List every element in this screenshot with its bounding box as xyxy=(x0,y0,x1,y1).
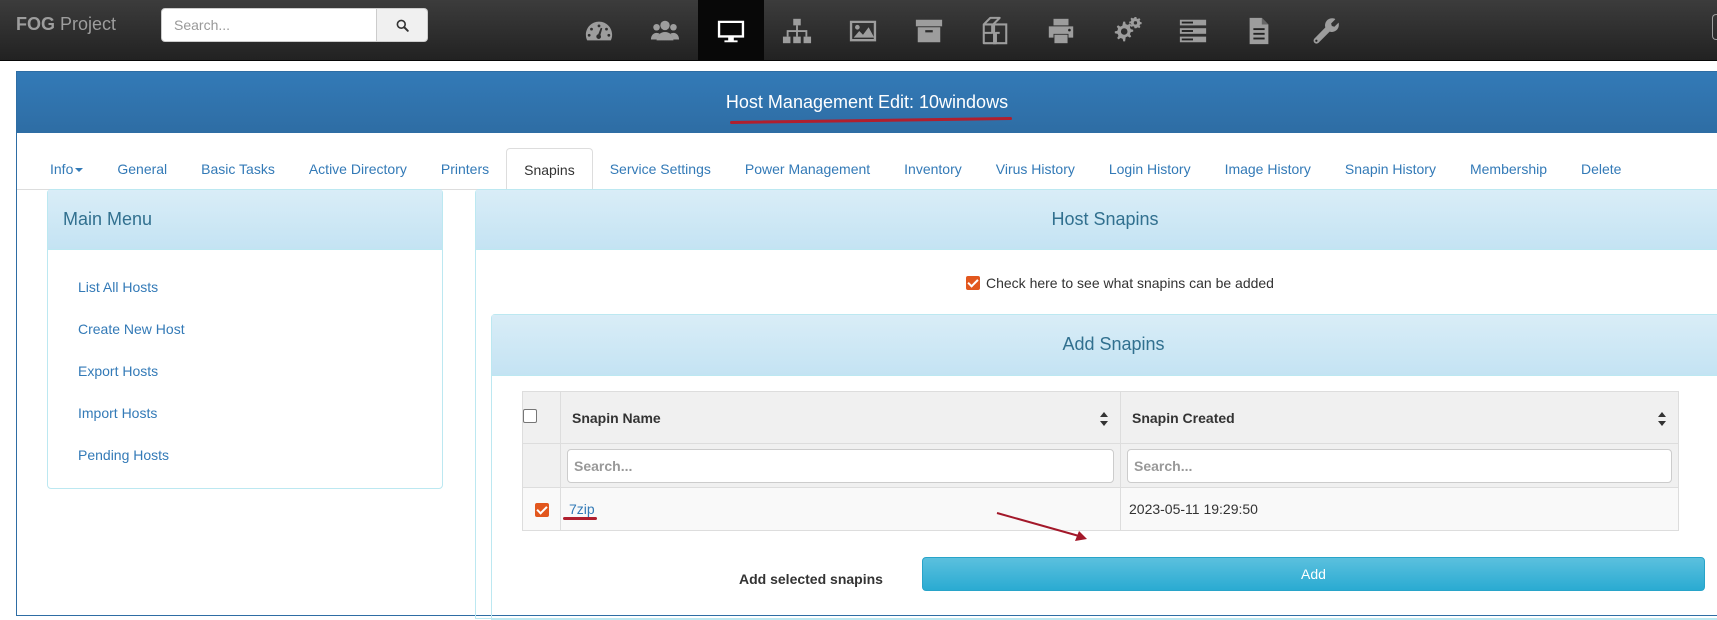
tab-snapin-history[interactable]: Snapin History xyxy=(1328,148,1453,190)
row-checkbox[interactable] xyxy=(534,503,549,517)
show-available-snapins-label: Check here to see what snapins can be ad… xyxy=(986,275,1274,291)
tab-virus-history[interactable]: Virus History xyxy=(979,148,1092,190)
menu-item-list-all-hosts[interactable]: List All Hosts xyxy=(78,266,442,308)
show-available-snapins-toggle[interactable]: Check here to see what snapins can be ad… xyxy=(966,275,1274,291)
copy-icon xyxy=(982,16,1008,44)
row-select-cell xyxy=(522,487,561,531)
add-snapins-panel: Add Snapins Snapin Name Snapin Created S… xyxy=(491,314,1717,620)
show-available-snapins-checkbox[interactable] xyxy=(966,276,980,290)
images-nav-button[interactable] xyxy=(830,0,896,61)
tab-basic-tasks[interactable]: Basic Tasks xyxy=(184,148,292,190)
users-icon xyxy=(650,20,680,40)
navbar-toggle-edge[interactable] xyxy=(1712,14,1717,40)
annotation-arrow-icon xyxy=(996,512,1087,541)
add-snapins-title: Add Snapins xyxy=(492,315,1717,376)
nav-icon-bar xyxy=(566,0,1358,61)
filter-cell xyxy=(1120,443,1679,488)
tab-login-history[interactable]: Login History xyxy=(1092,148,1208,190)
select-all-cell xyxy=(522,391,561,444)
snapin-created-cell: 2023-05-11 19:29:50 xyxy=(1120,487,1679,531)
main-menu-list: List All Hosts Create New Host Export Ho… xyxy=(48,250,442,476)
menu-item-import-hosts[interactable]: Import Hosts xyxy=(78,392,442,434)
brand-logo[interactable]: FOG Project xyxy=(16,14,116,35)
tab-service-settings[interactable]: Service Settings xyxy=(593,148,728,190)
tab-power-management[interactable]: Power Management xyxy=(728,148,887,190)
add-selected-label: Add selected snapins xyxy=(739,571,883,587)
select-all-checkbox[interactable] xyxy=(523,408,537,423)
tab-general[interactable]: General xyxy=(100,148,184,190)
tab-printers[interactable]: Printers xyxy=(424,148,506,190)
server-icon xyxy=(1179,19,1207,42)
wrench-icon xyxy=(1313,17,1339,44)
tab-snapins[interactable]: Snapins xyxy=(506,148,593,191)
tab-delete[interactable]: Delete xyxy=(1564,148,1638,190)
main-menu-panel: Main Menu List All Hosts Create New Host… xyxy=(47,189,443,489)
table-row: 7zip 2023-05-11 19:29:50 xyxy=(522,487,1679,531)
sort-icon xyxy=(1658,412,1666,426)
annotation-underline xyxy=(729,117,1012,124)
filter-cell xyxy=(560,443,1121,488)
sitemap-icon xyxy=(782,18,812,43)
hosts-nav-button[interactable] xyxy=(698,0,764,61)
settings-nav-button[interactable] xyxy=(1094,0,1160,61)
caret-down-icon xyxy=(75,168,84,173)
snapin-created-filter-input[interactable] xyxy=(1127,448,1672,483)
printer-icon xyxy=(1048,18,1074,43)
tasks-nav-button[interactable] xyxy=(1160,0,1226,61)
tab-info[interactable]: Info xyxy=(33,148,100,190)
host-tabs: Info General Basic Tasks Active Director… xyxy=(17,148,1717,191)
column-header-snapin-created[interactable]: Snapin Created xyxy=(1120,391,1679,444)
column-header-snapin-name[interactable]: Snapin Name xyxy=(560,391,1121,444)
global-search xyxy=(161,8,428,42)
top-navbar: FOG Project xyxy=(0,0,1717,61)
filter-spacer xyxy=(522,443,561,488)
page-title: Host Management Edit: 10windows xyxy=(726,92,1012,124)
main-menu-title: Main Menu xyxy=(48,190,442,250)
search-icon xyxy=(396,19,409,32)
reports-nav-button[interactable] xyxy=(1226,0,1292,61)
groups-nav-button[interactable] xyxy=(632,0,698,61)
file-icon xyxy=(1249,17,1269,44)
config-nav-button[interactable] xyxy=(1292,0,1358,61)
host-snapins-panel: Host Snapins Check here to see what snap… xyxy=(475,189,1717,620)
storage-nav-button[interactable] xyxy=(764,0,830,61)
tab-active-directory[interactable]: Active Directory xyxy=(292,148,424,190)
host-edit-panel: Host Management Edit: 10windows Info Gen… xyxy=(16,71,1717,620)
archive-icon xyxy=(915,19,943,42)
snapins-nav-button[interactable] xyxy=(896,0,962,61)
panel-header: Host Management Edit: 10windows xyxy=(17,72,1717,133)
menu-item-export-hosts[interactable]: Export Hosts xyxy=(78,350,442,392)
tab-membership[interactable]: Membership xyxy=(1453,148,1564,190)
modules-nav-button[interactable] xyxy=(962,0,1028,61)
dashboard-icon xyxy=(585,21,613,40)
tab-inventory[interactable]: Inventory xyxy=(887,148,979,190)
printers-nav-button[interactable] xyxy=(1028,0,1094,61)
desktop-icon xyxy=(717,20,745,42)
search-button[interactable] xyxy=(377,8,428,42)
add-button[interactable]: Add xyxy=(922,557,1705,591)
snapin-name-filter-input[interactable] xyxy=(567,448,1114,483)
snapin-name-link[interactable]: 7zip xyxy=(569,501,595,517)
menu-item-pending-hosts[interactable]: Pending Hosts xyxy=(78,434,442,476)
annotation-underline xyxy=(563,517,597,520)
menu-item-create-new-host[interactable]: Create New Host xyxy=(78,308,442,350)
global-search-input[interactable] xyxy=(161,8,377,42)
sort-icon xyxy=(1100,412,1108,426)
dashboard-nav-button[interactable] xyxy=(566,0,632,61)
host-snapins-title: Host Snapins xyxy=(476,190,1717,250)
snapins-table: Snapin Name Snapin Created 7zip xyxy=(522,391,1679,531)
cogs-icon xyxy=(1114,16,1142,41)
tab-image-history[interactable]: Image History xyxy=(1208,148,1328,190)
image-icon xyxy=(849,20,877,41)
